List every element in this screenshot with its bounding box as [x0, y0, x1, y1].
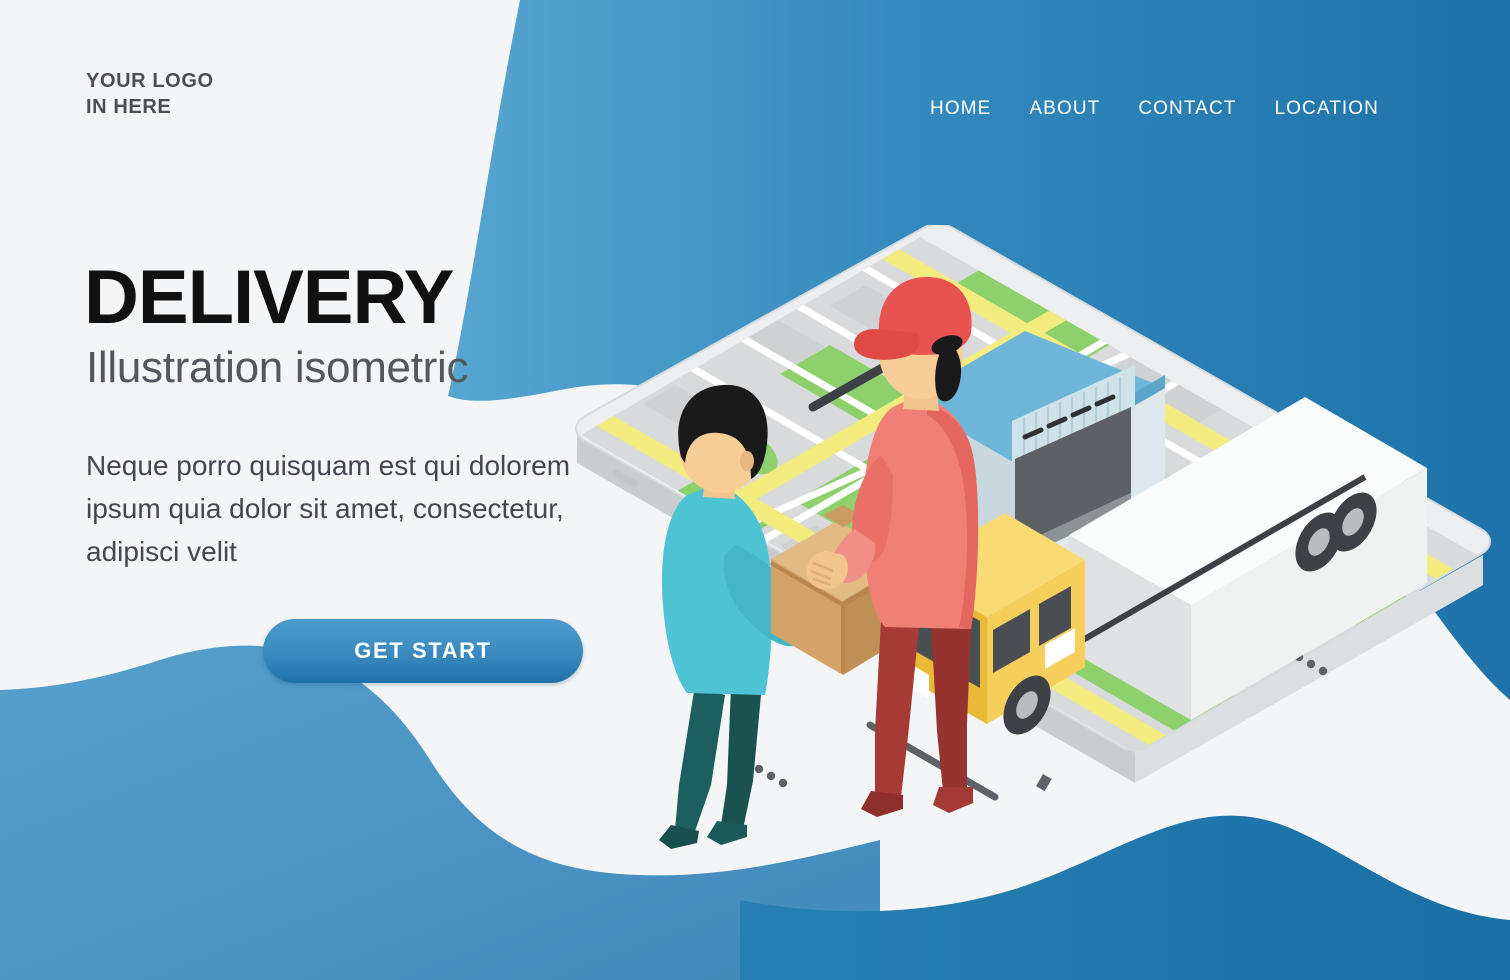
nav-item-home[interactable]: HOME	[930, 98, 991, 120]
page-title: DELIVERY	[84, 255, 454, 340]
customer-left-leg	[675, 685, 725, 837]
brand-logo[interactable]: YOUR LOGO IN HERE	[86, 68, 214, 120]
logo-line-1: YOUR LOGO	[86, 70, 214, 92]
nav-item-location[interactable]: LOCATION	[1274, 98, 1379, 120]
courier-left-shoe	[861, 791, 903, 817]
courier-left-leg	[875, 621, 919, 797]
courier-right-shoe	[933, 787, 973, 813]
page-subtitle: Illustration isometric	[86, 343, 469, 392]
delivery-illustration	[575, 225, 1491, 849]
side-button	[1036, 774, 1052, 792]
nav-item-about[interactable]: ABOUT	[1029, 98, 1100, 120]
customer-right-leg	[721, 687, 761, 829]
landing-page: YOUR LOGO IN HERE HOME ABOUT CONTACT LOC…	[0, 0, 1510, 980]
customer-right-shoe	[707, 821, 747, 845]
customer-ear	[740, 451, 754, 471]
nav-item-contact[interactable]: CONTACT	[1138, 98, 1236, 120]
hero-description: Neque porro quisquam est qui dolorem ips…	[86, 450, 571, 567]
logo-line-2: IN HERE	[86, 96, 172, 118]
get-start-button[interactable]: GET START	[263, 619, 583, 683]
main-navigation: HOME ABOUT CONTACT LOCATION	[930, 98, 1379, 120]
